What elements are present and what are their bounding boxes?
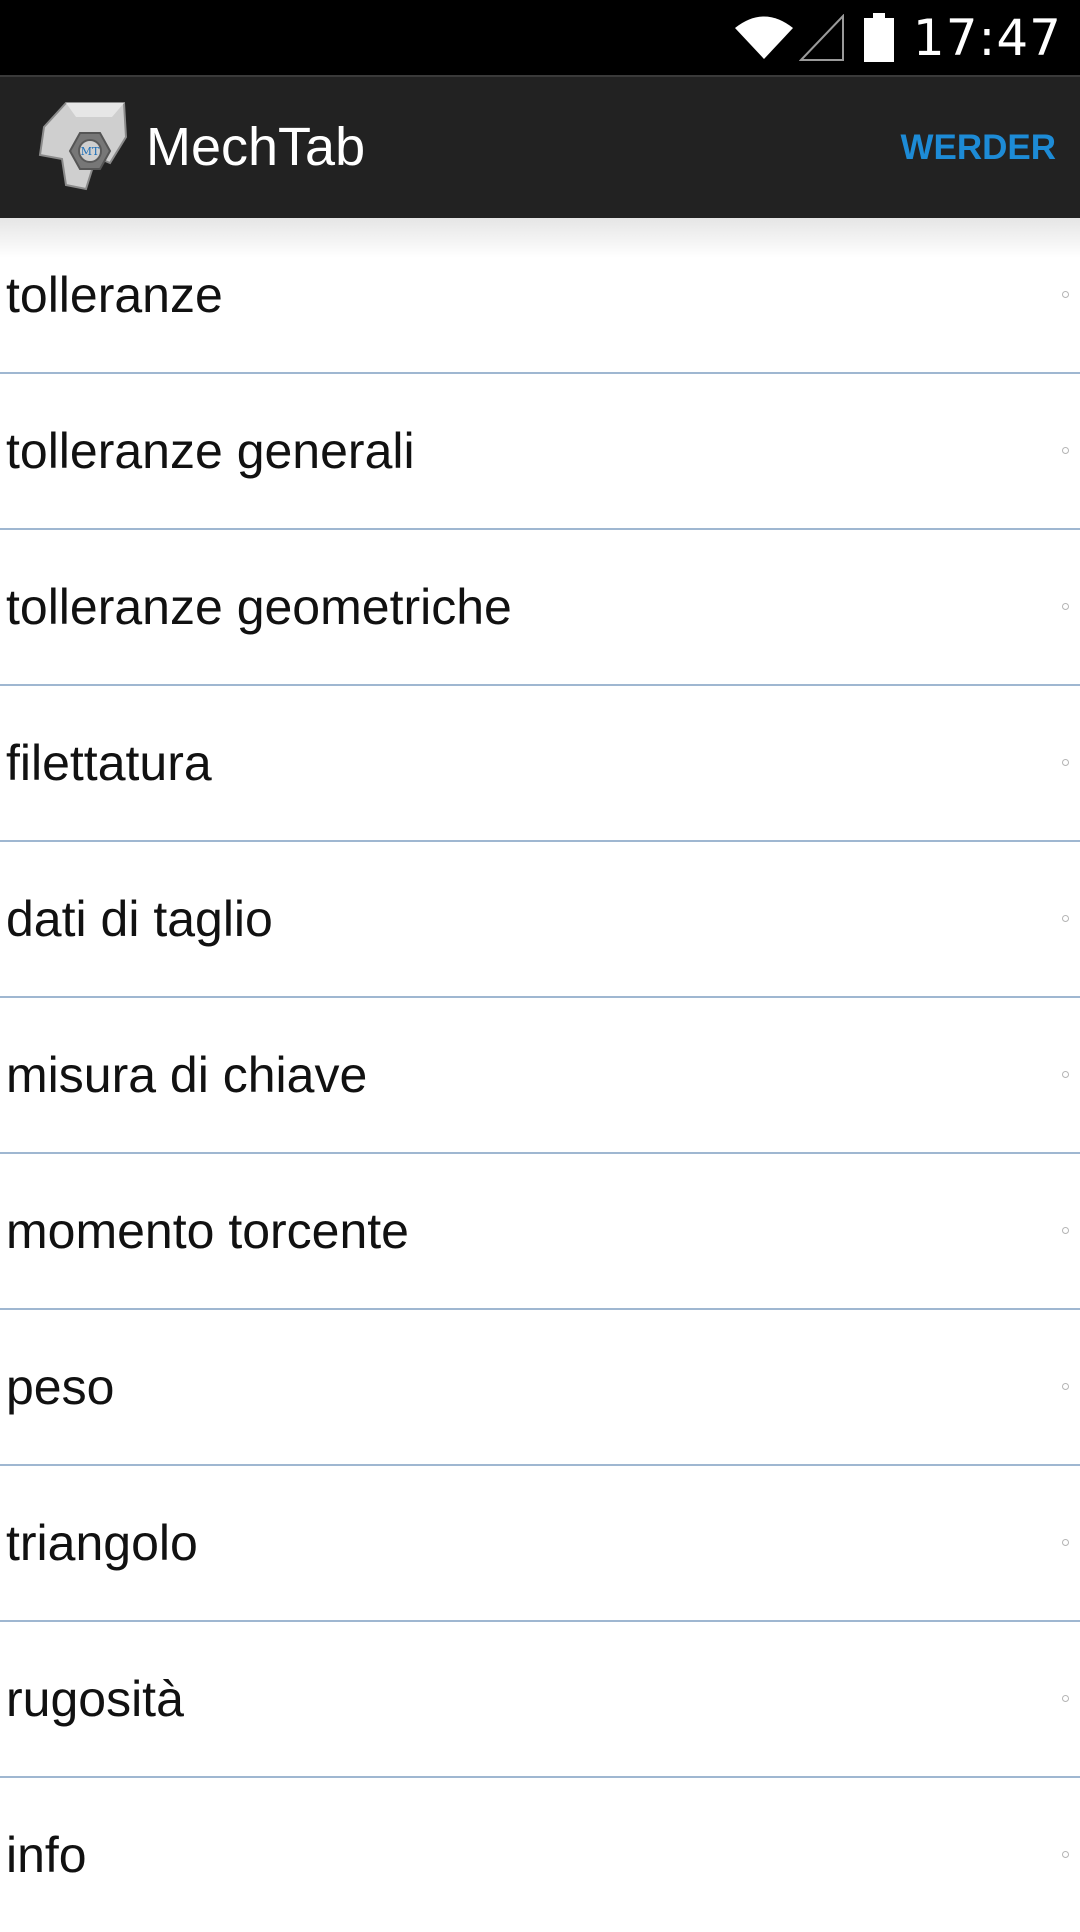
menu-item-label: triangolo	[6, 1515, 198, 1571]
menu-item-peso[interactable]: peso	[0, 1310, 1080, 1466]
menu-item-filettatura[interactable]: filettatura	[0, 686, 1080, 842]
logo-text: MT	[81, 145, 100, 158]
item-indicator-icon	[1062, 1383, 1069, 1390]
menu-list: tolleranze tolleranze generali tolleranz…	[0, 218, 1080, 1932]
item-indicator-icon	[1062, 915, 1069, 922]
menu-item-rugosita[interactable]: rugosità	[0, 1622, 1080, 1778]
menu-item-label: rugosità	[6, 1671, 184, 1727]
battery-icon	[863, 12, 895, 63]
menu-item-tolleranze-generali[interactable]: tolleranze generali	[0, 374, 1080, 530]
wifi-icon	[733, 15, 795, 61]
action-bar: MT MechTab WERDER	[0, 75, 1080, 218]
menu-item-label: tolleranze	[6, 267, 223, 323]
menu-item-momento-torcente[interactable]: momento torcente	[0, 1154, 1080, 1310]
clock: 17:47	[912, 8, 1062, 67]
item-indicator-icon	[1062, 1695, 1069, 1702]
menu-item-info[interactable]: info	[0, 1778, 1080, 1932]
menu-item-label: misura di chiave	[6, 1047, 368, 1103]
status-icons: 17:47	[733, 0, 1062, 75]
app-logo-icon[interactable]: MT	[36, 97, 136, 197]
menu-item-triangolo[interactable]: triangolo	[0, 1466, 1080, 1622]
werder-button[interactable]: WERDER	[900, 77, 1056, 218]
item-indicator-icon	[1062, 1851, 1069, 1858]
menu-item-label: momento torcente	[6, 1203, 409, 1259]
item-indicator-icon	[1062, 1071, 1069, 1078]
status-bar: 17:47	[0, 0, 1080, 75]
menu-item-label: tolleranze generali	[6, 423, 415, 479]
menu-item-label: peso	[6, 1359, 115, 1415]
menu-item-label: info	[6, 1827, 87, 1883]
item-indicator-icon	[1062, 1539, 1069, 1546]
menu-item-label: dati di taglio	[6, 891, 273, 947]
item-indicator-icon	[1062, 603, 1069, 610]
app-title: MechTab	[146, 117, 366, 177]
menu-item-dati-di-taglio[interactable]: dati di taglio	[0, 842, 1080, 998]
item-indicator-icon	[1062, 759, 1069, 766]
menu-item-tolleranze-geometriche[interactable]: tolleranze geometriche	[0, 530, 1080, 686]
menu-item-label: tolleranze geometriche	[6, 579, 512, 635]
item-indicator-icon	[1062, 291, 1069, 298]
item-indicator-icon	[1062, 1227, 1069, 1234]
item-indicator-icon	[1062, 447, 1069, 454]
signal-icon	[798, 13, 845, 62]
menu-item-misura-di-chiave[interactable]: misura di chiave	[0, 998, 1080, 1154]
menu-item-tolleranze[interactable]: tolleranze	[0, 218, 1080, 374]
menu-item-label: filettatura	[6, 735, 212, 791]
